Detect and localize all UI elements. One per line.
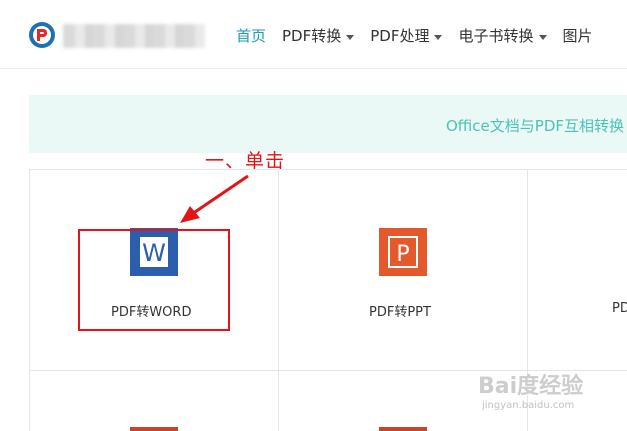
svg-text:P: P [396,242,409,267]
annotation-arrow-icon [180,174,249,223]
watermark-brand: Bai度经验 [478,374,584,399]
nav-item-ebook-convert[interactable]: 电子书转换 [458,24,547,48]
tile-pdf-convert-partial[interactable]: PD [528,170,627,370]
tile-pdf-to-ppt[interactable]: P PDF转PPT [279,170,527,370]
tile-icon-partial [130,427,178,431]
nav-label: 首页 [236,27,267,45]
site-logo-icon[interactable] [28,21,56,49]
nav-item-pdf-process[interactable]: PDF处理 [370,24,443,48]
nav-label: PDF转换 [282,27,342,45]
nav-label: 图片 [562,27,593,45]
section-banner: Office文档与PDF互相转换 [29,95,627,153]
caret-down-icon [538,34,547,40]
tile-label: PDF转PPT [369,305,431,320]
nav-item-image[interactable]: 图片 [563,24,593,48]
powerpoint-icon: P [379,228,427,276]
baidu-watermark: Bai度经验 jingyan.baidu.com [478,368,627,418]
nav-label: PDF处理 [370,27,430,45]
caret-down-icon [346,34,355,40]
nav-item-home[interactable]: 首页 [236,24,266,48]
watermark-url: jingyan.baidu.com [482,400,575,411]
annotation-highlight-box [78,229,230,331]
tile-icon-partial [379,427,427,431]
caret-down-icon [434,34,443,40]
tile-label: PD [612,301,627,316]
main-nav: 首页 PDF转换 PDF处理 电子书转换 图片 [236,24,609,48]
top-header: 首页 PDF转换 PDF处理 电子书转换 图片 [0,0,627,69]
nav-label: 电子书转换 [458,27,534,45]
nav-item-pdf-convert[interactable]: PDF转换 [282,24,355,48]
banner-title: Office文档与PDF互相转换 [445,117,624,135]
site-name-blurred [63,24,205,48]
